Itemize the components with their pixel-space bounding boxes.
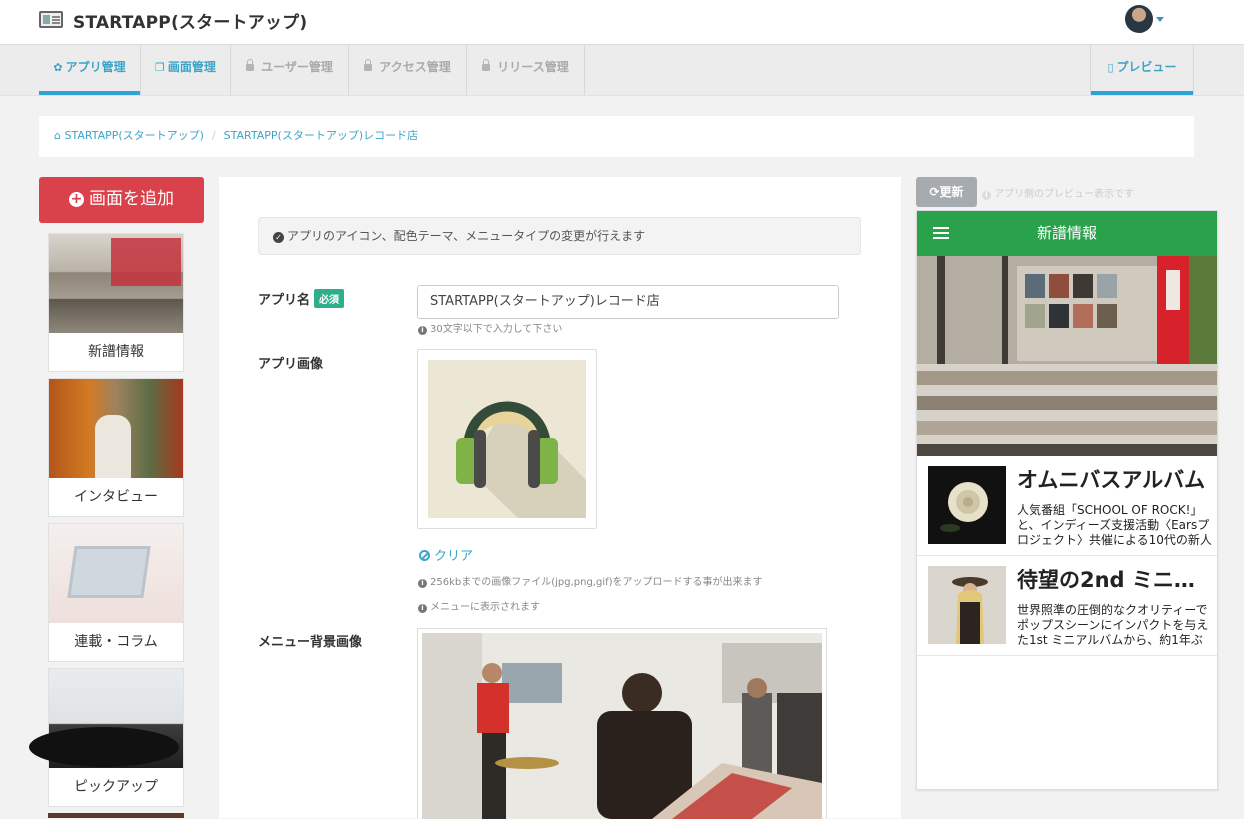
main-tab-bar: ✿ アプリ管理 ❐ 画面管理 ユーザー管理 アクセス管理 リリース管理 ▯ プレビュー [0,45,1244,96]
screen-item-pickup[interactable]: ピックアップ [29,668,184,807]
info-icon: i [982,191,991,200]
phone-screen-title: 新譜情報 [1036,224,1097,242]
tab-access-management[interactable]: アクセス管理 [349,45,467,95]
refresh-button[interactable]: ⟳更新 [916,177,977,207]
plus-circle-icon: + [69,191,84,207]
screen-item-label: ピックアップ [74,779,158,795]
refresh-icon: ⟳ [929,185,940,199]
breadcrumb-separator: / [211,129,216,142]
woman-image [928,566,1006,644]
tab-label: リリース管理 [497,60,569,74]
lock-icon [482,59,491,71]
tab-preview[interactable]: ▯ プレビュー [1090,45,1194,95]
headphones-icon [456,400,586,518]
tab-label: アクセス管理 [379,60,451,74]
menu-background-preview[interactable] [417,628,827,819]
phone-item-desc: 人気番組「SCHOOL OF ROCK!」と、インディーズ支援活動〈Earsプロ… [1017,503,1212,547]
chevron-down-icon[interactable] [1156,17,1164,22]
app-settings-panel: ✓ アプリのアイコン、配色テーマ、メニュータイプの変更が行えます アプリ名 必須 S… [219,177,901,819]
tab-release-management[interactable]: リリース管理 [467,45,585,95]
refresh-label: 更新 [939,185,964,199]
gear-icon: ✿ [53,61,63,74]
user-avatar[interactable] [1125,5,1153,33]
rose-thumbnail [928,466,1006,544]
screen-thumbnail [49,234,183,333]
phone-list-item[interactable]: 待望の2nd ミニアルバム 世界照準の圧倒的なクオリティーでポップスシーンにイン… [917,556,1217,656]
add-screen-button[interactable]: + 画面を追加 [39,177,204,223]
breadcrumb-link-current[interactable]: STARTAPP(スタートアップ)レコード店 [224,129,418,142]
app-name-hint-text: 30文字以下で入力して下さい [430,324,563,335]
info-icon: i [418,326,427,335]
preview-column: ⟳更新 i アプリ側のプレビュー表示です 新譜情報 オムニバスアルバム 人気番組… [916,177,1218,818]
lock-icon [246,59,255,71]
app-title: STARTAPP(スタートアップ) [73,13,308,33]
screen-item-column[interactable]: 連載・コラム [48,523,184,662]
tab-label: 画面管理 [167,60,216,74]
screen-thumbnail [29,669,183,768]
phone-header: 新譜情報 [917,211,1217,256]
tab-app-management[interactable]: ✿ アプリ管理 [39,45,141,95]
screen-item-label: インタビュー [74,489,158,505]
menu-background-label: メニュー背景画像 [258,635,363,650]
screen-thumbnail [49,524,183,623]
top-bar: STARTAPP(スタートアップ) [0,0,1244,45]
clear-label: クリア [434,549,474,564]
monitor-icon [39,11,63,28]
record-store-illustration [422,633,822,819]
headphones-app-icon [428,360,586,518]
app-image-preview[interactable] [417,349,597,529]
menu-display-hint-text: メニューに表示されます [430,602,540,613]
info-icon: i [418,604,427,613]
menu-display-hint: i メニューに表示されます [418,598,540,613]
screen-item-interview[interactable]: インタビュー [48,378,184,517]
mobile-icon: ▯ [1107,61,1114,74]
ban-icon [419,550,430,561]
phone-item-desc: 世界照準の圧倒的なクオリティーでポップスシーンにインパクトを与えた1st ミニア… [1017,603,1209,647]
breadcrumb: ⌂ STARTAPP(スタートアップ) / STARTAPP(スタートアップ)レコー… [39,116,1194,157]
screen-item-label: 新譜情報 [88,344,144,360]
image-upload-hint-text: 256kbまでの画像ファイル(jpg,png,gif)をアップロードする事が出来… [430,577,763,588]
screen-thumbnail [49,379,183,478]
screen-item-new-releases[interactable]: 新譜情報 [48,233,184,372]
preview-hint: i アプリ側のプレビュー表示です [982,185,1134,200]
required-badge: 必須 [314,289,345,308]
phone-preview: 新譜情報 オムニバスアルバム 人気番組「SCHOOL OF ROCK!」と、イン… [916,210,1218,790]
app-name-label-text: アプリ名 [258,293,311,308]
info-message: ✓ アプリのアイコン、配色テーマ、メニュータイプの変更が行えます [258,217,861,255]
screen-item-partial[interactable] [48,813,184,818]
rose-image [928,466,1006,544]
app-name-label: アプリ名 必須 [258,289,345,308]
screen-item-label: 連載・コラム [74,634,158,650]
clear-image-link[interactable]: クリア [419,545,473,564]
breadcrumb-link-root[interactable]: STARTAPP(スタートアップ) [64,129,203,142]
phone-item-title: 待望の2nd ミニアルバム [1017,568,1213,592]
tab-user-management[interactable]: ユーザー管理 [231,45,349,95]
window-icon: ❐ [155,61,165,74]
phone-hero-image [917,256,1217,456]
phone-item-title: オムニバスアルバム [1017,468,1206,492]
info-icon: i [418,579,427,588]
app-name-input[interactable]: STARTAPP(スタートアップ)レコード店 [417,285,839,319]
tab-label: アプリ管理 [65,60,126,74]
tab-label: ユーザー管理 [261,60,333,74]
app-image-label: アプリ画像 [258,357,324,372]
phone-list-item[interactable]: オムニバスアルバム 人気番組「SCHOOL OF ROCK!」と、インディーズ支… [917,456,1217,556]
preview-hint-text: アプリ側のプレビュー表示です [994,189,1134,200]
lock-icon [364,59,373,71]
app-name-hint: i 30文字以下で入力して下さい [418,320,562,335]
record-shop-storefront [917,256,1217,456]
info-message-text: アプリのアイコン、配色テーマ、メニュータイプの変更が行えます [287,229,646,243]
woman-thumbnail [928,566,1006,644]
check-circle-icon: ✓ [273,232,284,243]
tab-screen-management[interactable]: ❐ 画面管理 [141,45,231,95]
home-icon: ⌂ [54,129,61,142]
image-upload-hint: i 256kbまでの画像ファイル(jpg,png,gif)をアップロードする事が出… [418,573,763,588]
tab-label: プレビュー [1116,60,1177,74]
record-store-photo [422,633,822,819]
add-screen-label: 画面を追加 [89,189,174,209]
